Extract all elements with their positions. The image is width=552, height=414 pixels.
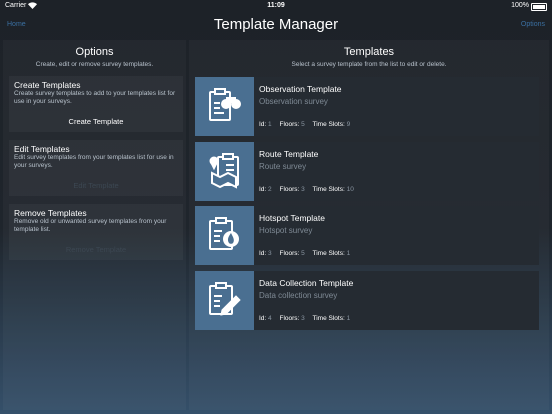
template-meta: Id: 4 Floors: 3 Time Slots: 1 [259,315,356,322]
clipboard-pencil-icon [195,271,254,330]
floors-label: Floors: [279,121,300,128]
floors-label: Floors: [279,186,300,193]
page-title: Template Manager [213,16,339,33]
time-slots-value: 1 [346,315,351,322]
template-description: Route survey [259,162,307,171]
floors-value: 3 [301,315,305,322]
edit-templates-description: Edit survey templates from your template… [14,154,174,169]
clipboard-map-pin-icon [195,142,254,201]
template-row[interactable]: Observation Template Observation survey … [195,77,539,136]
floors-value: 3 [301,186,305,193]
id-label: Id: [259,186,267,193]
floors-value: 5 [301,121,305,128]
create-templates-heading: Create Templates [14,80,81,90]
time-slots-value: 1 [346,250,351,257]
templates-panel-subtitle: Select a survey template from the list t… [291,61,447,68]
floors-label: Floors: [279,250,300,257]
time-slots-label: Time Slots: [312,315,345,322]
edit-templates-heading: Edit Templates [14,144,70,154]
options-panel-title: Options [75,46,114,58]
id-label: Id: [259,250,267,257]
id-value: 4 [268,315,272,322]
remove-templates-description: Remove old or unwanted survey templates … [14,218,167,233]
templates-panel-title: Templates [343,46,395,58]
remove-template-button[interactable]: Remove Template [9,245,183,254]
edit-templates-card: Edit Templates Edit survey templates fro… [9,140,183,196]
create-templates-card: Create Templates Create survey templates… [9,76,183,132]
options-panel-subtitle: Create, edit or remove survey templates. [35,61,154,68]
template-description: Data collection survey [259,291,338,300]
template-row[interactable]: Route Template Route survey Id: 2 Floors… [195,142,539,201]
create-template-button[interactable]: Create Template [9,117,183,126]
template-meta: Id: 1 Floors: 5 Time Slots: 9 [259,121,356,128]
options-panel: Options Create, edit or remove survey te… [3,40,186,410]
id-label: Id: [259,121,267,128]
template-name: Data Collection Template [259,278,354,288]
templates-panel: Templates Select a survey template from … [189,40,549,410]
navigation-bar: Home Template Manager Options [0,12,552,40]
battery-percentage: 100% [511,2,529,9]
time-slots-label: Time Slots: [312,121,345,128]
battery-icon [531,3,547,11]
edit-template-button[interactable]: Edit Template [9,181,183,190]
create-templates-description: Create survey templates to add to your t… [14,90,176,105]
template-description: Hotspot survey [259,226,313,235]
time-slots-value: 10 [346,186,354,193]
template-description: Observation survey [259,97,328,106]
id-value: 3 [268,250,272,257]
clipboard-binoculars-icon [195,77,254,136]
id-value: 2 [268,186,272,193]
template-name: Route Template [259,149,319,159]
template-meta: Id: 3 Floors: 5 Time Slots: 1 [259,250,356,257]
time-slots-label: Time Slots: [312,186,345,193]
time-slots-value: 9 [346,121,351,128]
remove-templates-card: Remove Templates Remove old or unwanted … [9,204,183,260]
remove-templates-heading: Remove Templates [14,208,87,218]
template-name: Observation Template [259,84,342,94]
id-value: 1 [268,121,272,128]
floors-label: Floors: [279,315,300,322]
template-row[interactable]: Hotspot Template Hotspot survey Id: 3 Fl… [195,206,539,265]
template-name: Hotspot Template [259,213,325,223]
id-label: Id: [259,315,267,322]
template-meta: Id: 2 Floors: 3 Time Slots: 10 [259,186,360,193]
options-button[interactable]: Options [521,21,545,28]
status-bar: Carrier 11:09 100% [0,0,552,12]
template-row[interactable]: Data Collection Template Data collection… [195,271,539,330]
floors-value: 5 [301,250,305,257]
time-slots-label: Time Slots: [312,250,345,257]
clipboard-flame-icon [195,206,254,265]
clock: 11:09 [267,2,285,9]
